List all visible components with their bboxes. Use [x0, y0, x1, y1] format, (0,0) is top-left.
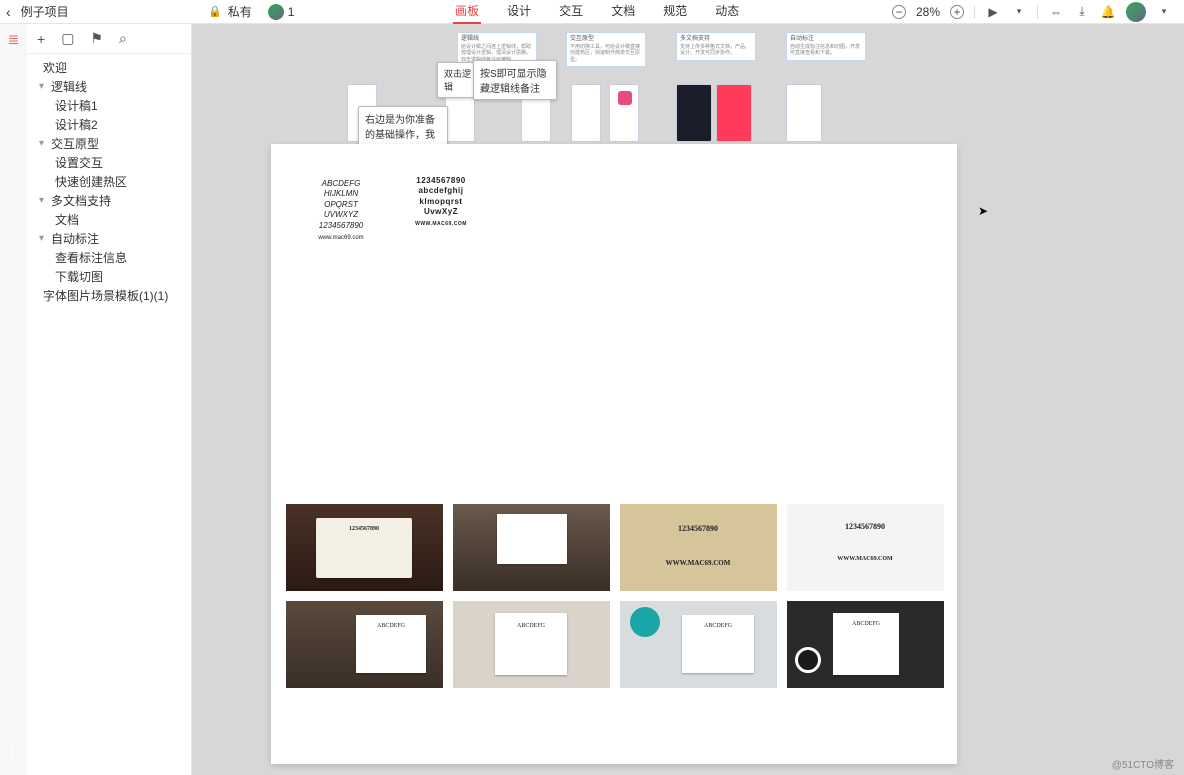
artboard-font-template[interactable]: ABCDEFG HIJKLMN OPQRST UVWXYZ 1234567890… [271, 144, 957, 764]
canvas-frame[interactable] [676, 84, 712, 142]
search-icon[interactable]: ⌕ [119, 30, 127, 47]
thumbnail[interactable]: ABCDEFG [286, 601, 443, 688]
tree-group-proto[interactable]: ▾交互原型 [27, 134, 191, 153]
side-rail: ≣ [0, 24, 27, 775]
folder-icon[interactable]: ▢ [61, 30, 74, 47]
download-icon[interactable]: ⤓ [1074, 4, 1090, 19]
layers-icon[interactable]: ≣ [5, 30, 23, 48]
thumbnail[interactable]: ABCDEFG [453, 601, 610, 688]
side-panel: ≣ + ▢ ⚑ ⌕ 欢迎 ▾逻辑线 设计稿1 设计稿2 ▾交互原型 设置交互 快… [0, 24, 192, 775]
add-icon[interactable]: + [37, 31, 45, 47]
tree-group-logic[interactable]: ▾逻辑线 [27, 77, 191, 96]
side-tools: + ▢ ⚑ ⌕ [27, 24, 191, 54]
canvas-tooltip: 按S即可显示隐藏逻辑线备注 [473, 60, 557, 100]
flag-icon[interactable]: ⚑ [90, 30, 103, 47]
tab-spec[interactable]: 规范 [661, 0, 689, 24]
tree-item-welcome[interactable]: 欢迎 [27, 58, 191, 77]
thumbnail-grid: 1234567890 1234567890 WWW.MAC69.COM 1234… [286, 504, 944, 688]
canvas-frame[interactable] [609, 84, 639, 142]
tree-item-font-template[interactable]: 字体图片场景模板(1)(1) [27, 286, 191, 305]
project-title: 例子项目 [21, 3, 69, 20]
member-count: 1 [288, 5, 295, 19]
top-tabs: 画板 设计 交互 文档 规范 动态 [302, 0, 892, 24]
zoom-in-icon[interactable]: + [950, 5, 964, 19]
watermark-sub: mac.orsoon.com [46, 759, 136, 769]
separator [1037, 5, 1038, 19]
canvas-note[interactable]: 交互原型不用切换工具，可给设计稿直接创建热区，快速制作简单交互原型。 [566, 32, 646, 67]
tab-design[interactable]: 设计 [505, 0, 533, 24]
tree-item[interactable]: 下载切图 [27, 267, 191, 286]
page-tree: 欢迎 ▾逻辑线 设计稿1 设计稿2 ▾交互原型 设置交互 快速创建热区 ▾多文档… [27, 54, 191, 305]
cursor-icon: ➤ [978, 204, 988, 218]
canvas-frame[interactable] [571, 84, 601, 142]
back-icon[interactable]: ‹ [6, 4, 11, 20]
canvas[interactable]: 逻辑线给设计稿之间连上逻辑线，帮助梳理设计逻辑，理清设计思路。双击逻辑线备注可编… [192, 24, 1184, 775]
tree-group-auto[interactable]: ▾自动标注 [27, 229, 191, 248]
top-bar: ‹ 例子项目 🔒 私有 1 画板 设计 交互 文档 规范 动态 − 28% + … [0, 0, 1184, 24]
share-icon[interactable]: ⇔ [1048, 5, 1064, 19]
watermark-logo-icon [10, 737, 38, 765]
canvas-note[interactable]: 多文档支持支持上传多种格式文档，产品、设计、开发可同步协作。 [676, 32, 756, 61]
zoom-level[interactable]: 28% [916, 5, 940, 19]
tab-activity[interactable]: 动态 [713, 0, 741, 24]
artboard-text-block: ABCDEFG HIJKLMN OPQRST UVWXYZ 1234567890… [311, 179, 371, 243]
user-dropdown-icon[interactable]: ▾ [1156, 6, 1172, 17]
artboard-text-block: 1234567890 abcdefghij klmopqrst UvwXyZ W… [411, 176, 471, 228]
privacy-label: 私有 [228, 3, 252, 20]
zoom-out-icon[interactable]: − [892, 5, 906, 19]
tab-document[interactable]: 文档 [609, 0, 637, 24]
canvas-frame[interactable] [786, 84, 822, 142]
tree-item[interactable]: 设计稿2 [27, 115, 191, 134]
thumbnail[interactable]: ABCDEFG [620, 601, 777, 688]
tree-item[interactable]: 快速创建热区 [27, 172, 191, 191]
tab-interaction[interactable]: 交互 [557, 0, 585, 24]
tree-group-docs[interactable]: ▾多文档支持 [27, 191, 191, 210]
thumbnail[interactable]: 1234567890 [286, 504, 443, 591]
avatar-icon [268, 4, 284, 20]
canvas-frame[interactable] [716, 84, 752, 142]
play-dropdown-icon[interactable]: ▾ [1011, 6, 1027, 17]
footer-credit: @51CTO博客 [1112, 756, 1174, 771]
bell-icon[interactable]: 🔔 [1100, 5, 1116, 19]
members-group[interactable]: 1 [260, 4, 303, 20]
side-body: + ▢ ⚑ ⌕ 欢迎 ▾逻辑线 设计稿1 设计稿2 ▾交互原型 设置交互 快速创… [27, 24, 191, 775]
tree-item[interactable]: 设计稿1 [27, 96, 191, 115]
thumbnail[interactable]: 1234567890 WWW.MAC69.COM [620, 504, 777, 591]
thumbnail[interactable] [453, 504, 610, 591]
tree-item[interactable]: 设置交互 [27, 153, 191, 172]
separator [974, 5, 975, 19]
canvas-note[interactable]: 自动标注自动生成标注信息和切图，开发可直接查看和下载。 [786, 32, 866, 61]
top-bar-right: − 28% + ▶ ▾ ⇔ ⤓ 🔔 ▾ [892, 2, 1184, 22]
tree-item[interactable]: 文档 [27, 210, 191, 229]
lock-icon: 🔒 [208, 5, 222, 18]
play-icon[interactable]: ▶ [985, 5, 1001, 19]
watermark-text: 大禾软件屋 [46, 737, 136, 757]
top-bar-left: ‹ 例子项目 [0, 3, 200, 20]
tab-canvas[interactable]: 画板 [453, 0, 481, 24]
thumbnail[interactable]: ABCDEFG [787, 601, 944, 688]
privacy-group[interactable]: 🔒 私有 [200, 3, 260, 20]
user-avatar-icon[interactable] [1126, 2, 1146, 22]
thumbnail[interactable]: 1234567890 WWW.MAC69.COM [787, 504, 944, 591]
tree-item[interactable]: 查看标注信息 [27, 248, 191, 267]
watermark: 大禾软件屋 mac.orsoon.com [10, 733, 136, 769]
